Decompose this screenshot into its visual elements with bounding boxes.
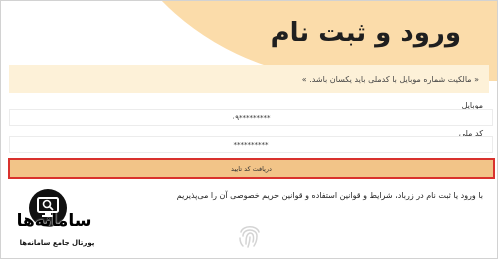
notice-text: « مالکیت شماره موبایل با کدملی باید یکسا… (301, 74, 479, 84)
watermark-logo: سامانه‌ها پورتال جامع سامانه‌ها (15, 189, 99, 253)
fingerprint-icon (235, 220, 265, 250)
get-verification-code-button[interactable]: دریافت کد تایید (8, 158, 495, 179)
national-code-input[interactable]: ********** (9, 136, 493, 153)
notice-banner: « مالکیت شماره موبایل با کدملی باید یکسا… (9, 65, 489, 93)
submit-button-label: دریافت کد تایید (231, 164, 272, 173)
watermark-tagline: پورتال جامع سامانه‌ها (19, 239, 95, 247)
page-frame: ورود و ثبت نام « مالکیت شماره موبایل با … (0, 0, 498, 259)
page-title: ورود و ثبت نام (270, 18, 461, 48)
mobile-input[interactable]: ۰۹********* (9, 109, 493, 126)
terms-text: با ورود یا ثبت نام در زرباد، شرایط و قوا… (176, 191, 483, 200)
watermark-brand: سامانه‌ها (16, 211, 92, 231)
